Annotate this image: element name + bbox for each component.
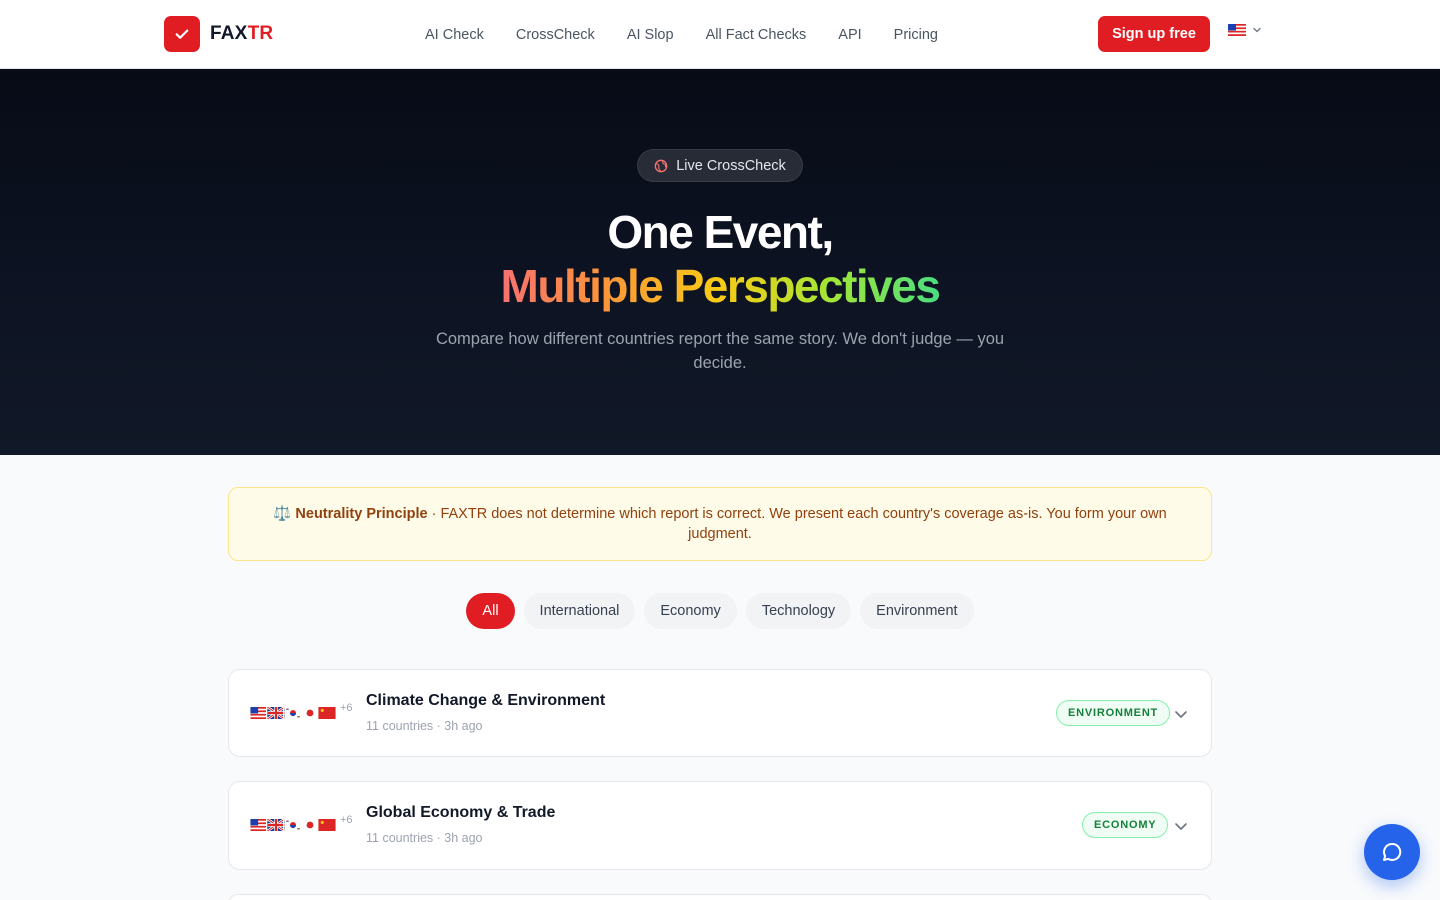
nav-crosscheck[interactable]: CrossCheck xyxy=(516,24,595,46)
live-crosscheck-label: Live CrossCheck xyxy=(676,157,786,174)
hero-section: Live CrossCheck One Event, Multiple Pers… xyxy=(0,69,1440,455)
hero-subtitle: Compare how different countries report t… xyxy=(435,330,1005,372)
brand-name: FAXTR xyxy=(210,23,273,45)
language-selector[interactable] xyxy=(1228,24,1262,36)
filter-technology[interactable]: Technology xyxy=(745,593,852,629)
live-crosscheck-badge: Live CrossCheck xyxy=(637,149,803,182)
more-flags-count: +6 xyxy=(340,702,353,714)
event-card-economy[interactable]: +6 Global Economy & Trade 11 countries ·… xyxy=(228,781,1212,870)
main-nav: AI Check CrossCheck AI Slop All Fact Che… xyxy=(425,24,938,46)
top-navigation-bar: FAXTR AI Check CrossCheck AI Slop All Fa… xyxy=(0,0,1440,69)
chevron-down-icon[interactable] xyxy=(1173,706,1189,722)
hero-title-line2: Multiple Perspectives xyxy=(0,259,1440,313)
filter-all[interactable]: All xyxy=(466,593,515,629)
brand-name-suffix: TR xyxy=(247,23,274,44)
event-meta: 11 countries · 3h ago xyxy=(366,719,483,733)
nav-ai-check[interactable]: AI Check xyxy=(425,24,484,46)
event-card-partial[interactable] xyxy=(228,894,1212,900)
event-title: Climate Change & Environment xyxy=(366,692,606,709)
country-flags: +6 xyxy=(249,702,353,720)
chevron-down-icon xyxy=(1253,27,1261,33)
nav-all-fact-checks[interactable]: All Fact Checks xyxy=(706,24,807,46)
category-filters: All International Economy Technology Env… xyxy=(0,593,1440,629)
scales-icon: ⚖️ xyxy=(273,506,292,522)
chat-button[interactable] xyxy=(1364,824,1420,880)
chat-bubble-icon xyxy=(1383,842,1402,861)
globe-icon xyxy=(654,159,668,172)
category-tag: ENVIRONMENT xyxy=(1056,700,1171,726)
us-flag-icon xyxy=(1228,24,1246,36)
cn-flag-icon xyxy=(317,706,337,720)
chevron-down-icon[interactable] xyxy=(1173,818,1189,834)
cn-flag-icon xyxy=(317,818,337,832)
filter-economy[interactable]: Economy xyxy=(644,593,737,629)
category-tag: ECONOMY xyxy=(1082,812,1169,838)
brand-name-prefix: FAX xyxy=(210,23,248,44)
neutrality-text: · FAXTR does not determine which report … xyxy=(427,506,1167,542)
hero-title-gradient-text: Multiple Perspectives xyxy=(500,260,941,312)
filter-international[interactable]: International xyxy=(523,593,636,629)
event-title: Global Economy & Trade xyxy=(366,804,556,821)
event-card-climate[interactable]: +6 Climate Change & Environment 11 count… xyxy=(228,669,1212,757)
nav-ai-slop[interactable]: AI Slop xyxy=(627,24,674,46)
nav-pricing[interactable]: Pricing xyxy=(894,24,938,46)
more-flags-count: +6 xyxy=(340,814,353,826)
sign-up-button[interactable]: Sign up free xyxy=(1098,16,1210,52)
faxtr-logo[interactable]: FAXTR xyxy=(164,16,273,52)
event-meta: 11 countries · 3h ago xyxy=(366,831,483,845)
neutrality-notice: ⚖️ Neutrality Principle · FAXTR does not… xyxy=(228,487,1212,561)
filter-environment[interactable]: Environment xyxy=(860,593,974,629)
neutrality-title: Neutrality Principle xyxy=(295,506,428,522)
hero-title-line1: One Event, xyxy=(607,206,834,258)
check-icon xyxy=(164,16,200,52)
nav-api[interactable]: API xyxy=(838,24,861,46)
country-flags: +6 xyxy=(249,814,353,832)
